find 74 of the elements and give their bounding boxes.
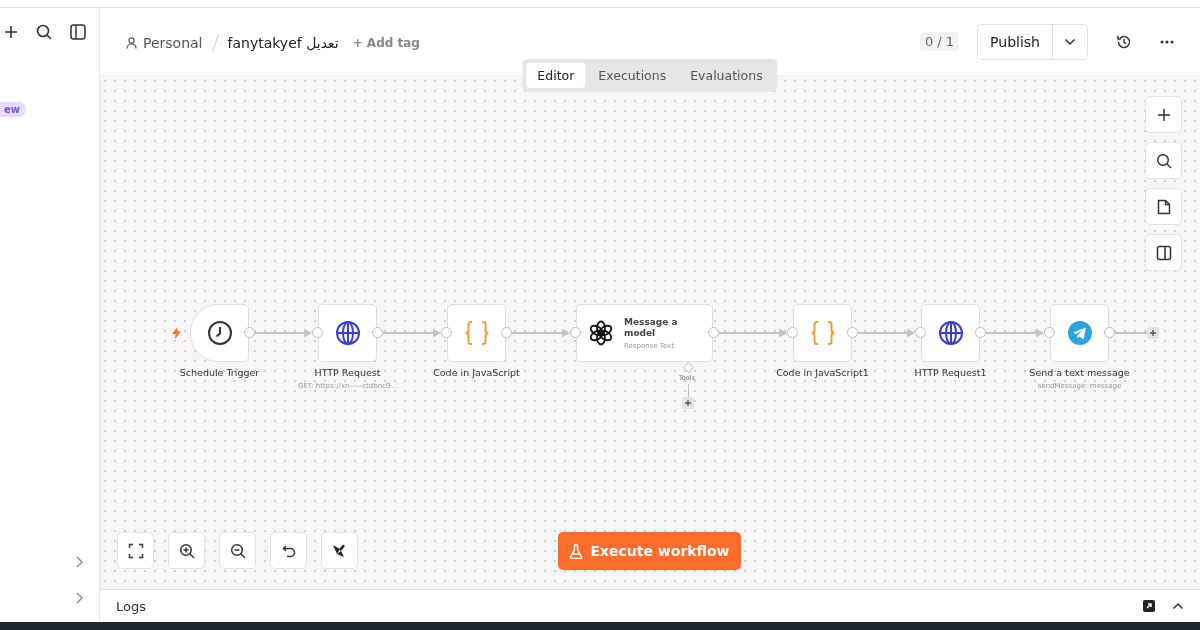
logs-title: Logs <box>116 598 146 614</box>
workflow-name[interactable]: fanytakyef تعديل <box>227 34 339 51</box>
workflow-node[interactable] <box>447 304 506 362</box>
add-node-button[interactable] <box>1145 96 1182 133</box>
more-icon[interactable] <box>1160 39 1174 44</box>
workflow-node[interactable] <box>921 304 980 362</box>
view-tab[interactable]: Editor <box>526 63 586 88</box>
chevron-right-icon[interactable] <box>75 592 83 604</box>
input-port[interactable] <box>915 327 926 338</box>
connection-arrow <box>254 328 312 338</box>
node-label: Schedule Trigger <box>179 367 260 378</box>
add-tag-link[interactable]: + Add tag <box>352 35 420 50</box>
input-port[interactable] <box>1044 327 1055 338</box>
node-label: HTTP Request1 <box>914 367 987 378</box>
node-title: Message a model <box>624 316 679 339</box>
project-link[interactable]: Personal <box>143 34 203 51</box>
node-label: Send a text message <box>1029 367 1130 378</box>
sticky-note-button[interactable] <box>1145 188 1182 225</box>
view-tab[interactable]: Executions <box>587 63 678 88</box>
undo-icon <box>281 543 296 558</box>
input-port[interactable] <box>441 327 452 338</box>
globe-icon <box>937 320 964 346</box>
chevron-down-icon <box>1064 37 1076 46</box>
plus-icon <box>684 399 692 407</box>
connection-arrow <box>857 328 915 338</box>
user-icon <box>126 36 137 49</box>
tidy-up-button[interactable] <box>321 532 358 569</box>
paper-plane-icon <box>1066 320 1093 346</box>
panel-button[interactable] <box>1145 234 1182 271</box>
sidebar-toggle-icon[interactable] <box>70 24 86 40</box>
zoom-in-icon <box>178 542 195 559</box>
add-node-button[interactable] <box>1147 327 1159 339</box>
counter-badge: 0 / 1 <box>919 32 960 51</box>
chevron-up-icon[interactable] <box>1172 602 1184 610</box>
panel-icon <box>1155 244 1172 261</box>
history-icon[interactable] <box>1116 33 1132 50</box>
plus-icon[interactable] <box>4 25 18 39</box>
search-icon <box>1155 152 1172 169</box>
connector-line <box>1114 332 1148 334</box>
workflow-node[interactable] <box>318 304 377 362</box>
node-label: Code in JavaScript <box>433 367 520 378</box>
view-tab[interactable]: Evaluations <box>679 63 774 88</box>
pop-out-icon[interactable] <box>1142 599 1156 613</box>
lightning-icon <box>172 327 181 339</box>
workflow-node[interactable] <box>1050 304 1109 362</box>
connector-line <box>688 384 689 397</box>
trigger-node[interactable] <box>190 304 249 362</box>
input-port[interactable] <box>570 327 581 338</box>
workflow-node[interactable] <box>793 304 852 362</box>
fit-view-button[interactable] <box>117 532 154 569</box>
plus-icon <box>1149 329 1157 337</box>
input-port[interactable] <box>312 327 323 338</box>
connection-arrow <box>382 328 441 338</box>
fit-view-icon <box>127 542 144 559</box>
search-icon[interactable] <box>36 24 52 40</box>
node-label: Code in JavaScript1 <box>776 367 869 378</box>
connection-arrow <box>511 328 570 338</box>
document-icon <box>1156 198 1171 215</box>
flask-icon <box>569 543 584 559</box>
node-label: HTTP Request <box>314 367 381 378</box>
zoom-in-button[interactable] <box>168 532 205 569</box>
add-tool-button[interactable] <box>682 397 694 409</box>
plus-icon <box>1156 107 1171 122</box>
chevron-right-icon[interactable] <box>75 556 83 568</box>
input-port[interactable] <box>787 327 798 338</box>
connection-arrow <box>718 328 787 338</box>
zoom-out-icon <box>229 542 246 559</box>
zoom-out-button[interactable] <box>219 532 256 569</box>
search-button[interactable] <box>1145 142 1182 179</box>
new-badge: ew <box>0 102 27 117</box>
undo-button[interactable] <box>270 532 307 569</box>
clock-icon <box>206 320 233 346</box>
globe-icon <box>334 320 361 346</box>
connection-arrow <box>985 328 1044 338</box>
